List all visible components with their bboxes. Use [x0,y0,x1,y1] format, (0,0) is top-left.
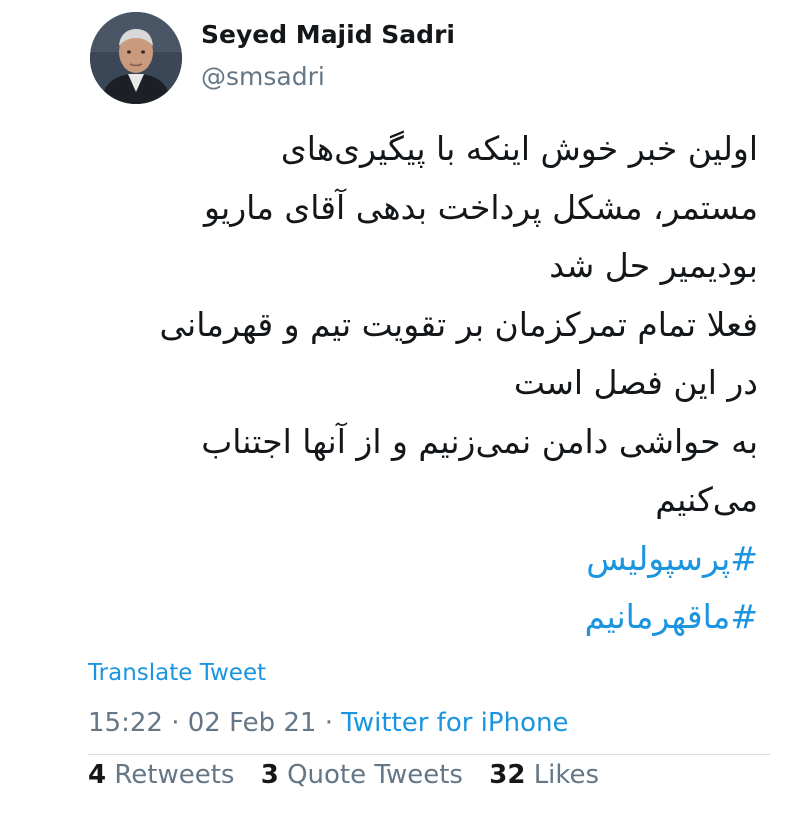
tweet-line: بودیمیر حل شد [549,246,758,285]
profile-photo-icon [90,12,182,104]
meta-separator: · [171,708,180,738]
likes-count: 32 [489,760,526,790]
author-display-name[interactable]: Seyed Majid Sadri [201,20,455,49]
retweets-stat[interactable]: 4 Retweets [88,760,234,790]
tweet-stats: 4 Retweets 3 Quote Tweets 32 Likes [88,760,617,790]
quote-tweets-count: 3 [260,760,279,790]
tweet-line: اولین خبر خوش اینکه با پیگیری‌های [280,129,758,168]
tweet-line: به حواشی دامن نمی‌زنیم و از آنها اجتناب [201,421,758,461]
tweet-meta: 15:22 · 02 Feb 21 · Twitter for iPhone [88,708,568,738]
hashtag-link[interactable]: #پرسپولیس [58,530,758,589]
hashtag-link[interactable]: #ماقهرمانیم [58,588,758,647]
quote-tweets-label: Quote Tweets [287,760,463,790]
tweet-line: در این فصل است [513,363,758,402]
tweet-date[interactable]: 02 Feb 21 [188,708,317,738]
tweet-line: می‌کنیم [655,480,758,519]
retweets-count: 4 [88,760,107,790]
tweet-time[interactable]: 15:22 [88,708,163,738]
likes-stat[interactable]: 32 Likes [489,760,599,790]
retweets-label: Retweets [114,760,235,790]
translate-tweet-link[interactable]: Translate Tweet [88,660,266,686]
tweet-source-link[interactable]: Twitter for iPhone [341,708,568,738]
likes-label: Likes [533,760,600,790]
tweet-line: مستمر، مشکل پرداخت بدهی آقای ماریو [204,187,758,227]
tweet-text: اولین خبر خوش اینکه با پیگیری‌های مستمر،… [58,120,758,647]
quote-tweets-stat[interactable]: 3 Quote Tweets [261,760,463,790]
author-handle[interactable]: @smsadri [201,62,325,91]
divider [88,754,770,755]
meta-separator: · [324,708,333,738]
avatar[interactable] [90,12,182,104]
tweet-line: فعلا تمام تمرکزمان بر تقویت تیم و قهرمان… [159,304,758,344]
